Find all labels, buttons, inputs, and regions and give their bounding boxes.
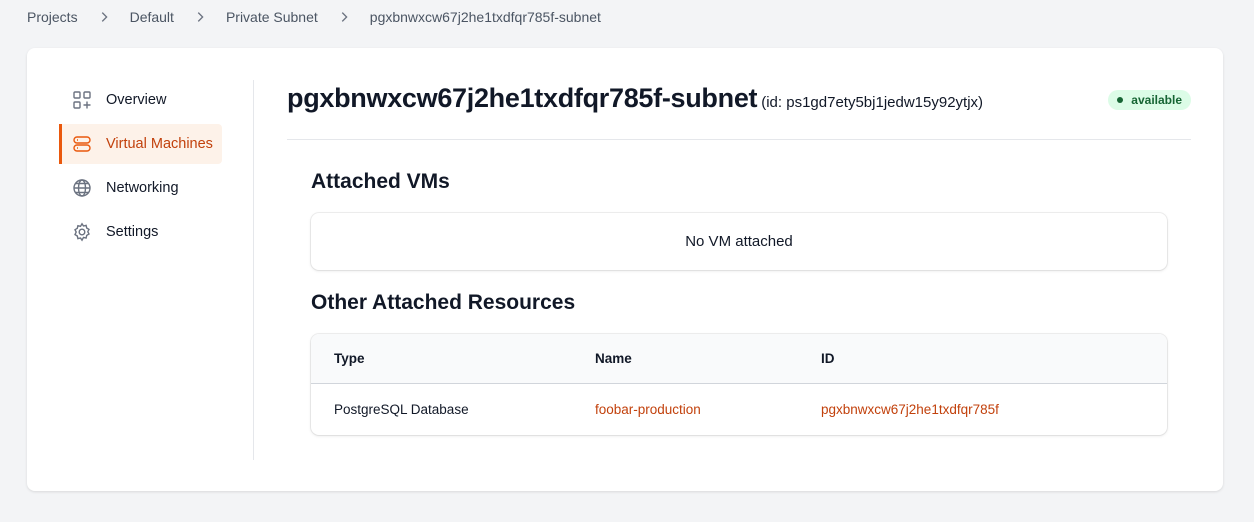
table-row: PostgreSQL Database foobar-production pg… [311,383,1167,435]
chevron-right-icon [174,10,226,24]
attached-vms-panel: No VM attached [311,213,1167,270]
sidebar-item-settings[interactable]: Settings [59,212,222,252]
attached-vms-title: Attached VMs [311,170,450,193]
column-header-name: Name [595,350,632,366]
sidebar-item-virtual-machines[interactable]: Virtual Machines [59,124,222,164]
cell-id: pgxbnwxcw67j2he1txdfqr785f [821,383,1167,435]
chevron-right-icon [318,10,370,24]
breadcrumb-default[interactable]: Default [130,9,174,25]
other-resources-table: Type Name ID PostgreSQL Database foobar-… [311,334,1167,435]
page-header: pgxbnwxcw67j2he1txdfqr785f-subnet (id: ps… [287,80,1191,140]
other-resources-title: Other Attached Resources [311,291,576,314]
sidebar-item-label: Overview [106,92,167,108]
empty-state-text: No VM attached [685,233,793,250]
status-badge: available [1108,90,1191,110]
breadcrumb-current-subnet[interactable]: pgxbnwxcw67j2he1txdfqr785f-subnet [370,9,601,25]
breadcrumb-projects[interactable]: Projects [27,9,78,25]
column-header-type: Type [334,350,365,366]
column-header-id: ID [821,350,835,366]
cell-type: PostgreSQL Database [334,401,469,417]
subnet-id: (id: ps1gd7ety5bj1jedw15y92ytjx) [761,94,984,111]
sidebar: Overview Virtual Machines Networking Set… [59,80,254,460]
table-header-row: Type Name ID [311,334,1167,383]
gear-icon [72,222,92,242]
status-text: available [1131,93,1182,107]
sidebar-item-overview[interactable]: Overview [59,80,222,120]
overview-icon [72,90,92,110]
sidebar-item-label: Networking [106,180,179,196]
page-title: pgxbnwxcw67j2he1txdfqr785f-subnet (id: ps… [287,83,983,114]
breadcrumb-private-subnet[interactable]: Private Subnet [226,9,318,25]
cell-name: foobar-production [595,383,821,435]
status-dot-icon [1117,97,1124,103]
chevron-right-icon [78,10,130,24]
sidebar-item-networking[interactable]: Networking [59,168,222,208]
content-card: Overview Virtual Machines Networking Set… [27,48,1223,491]
globe-icon [72,178,92,198]
resources-table: Type Name ID PostgreSQL Database foobar-… [311,334,1167,435]
subnet-name: pgxbnwxcw67j2he1txdfqr785f-subnet [287,83,758,113]
resource-id-link[interactable]: pgxbnwxcw67j2he1txdfqr785f [821,402,999,417]
sidebar-item-label: Settings [106,224,159,240]
resource-name-link[interactable]: foobar-production [595,402,701,417]
breadcrumb: Projects Default Private Subnet pgxbnwxc… [27,8,601,26]
server-icon [72,134,92,154]
sidebar-item-label: Virtual Machines [106,136,213,152]
